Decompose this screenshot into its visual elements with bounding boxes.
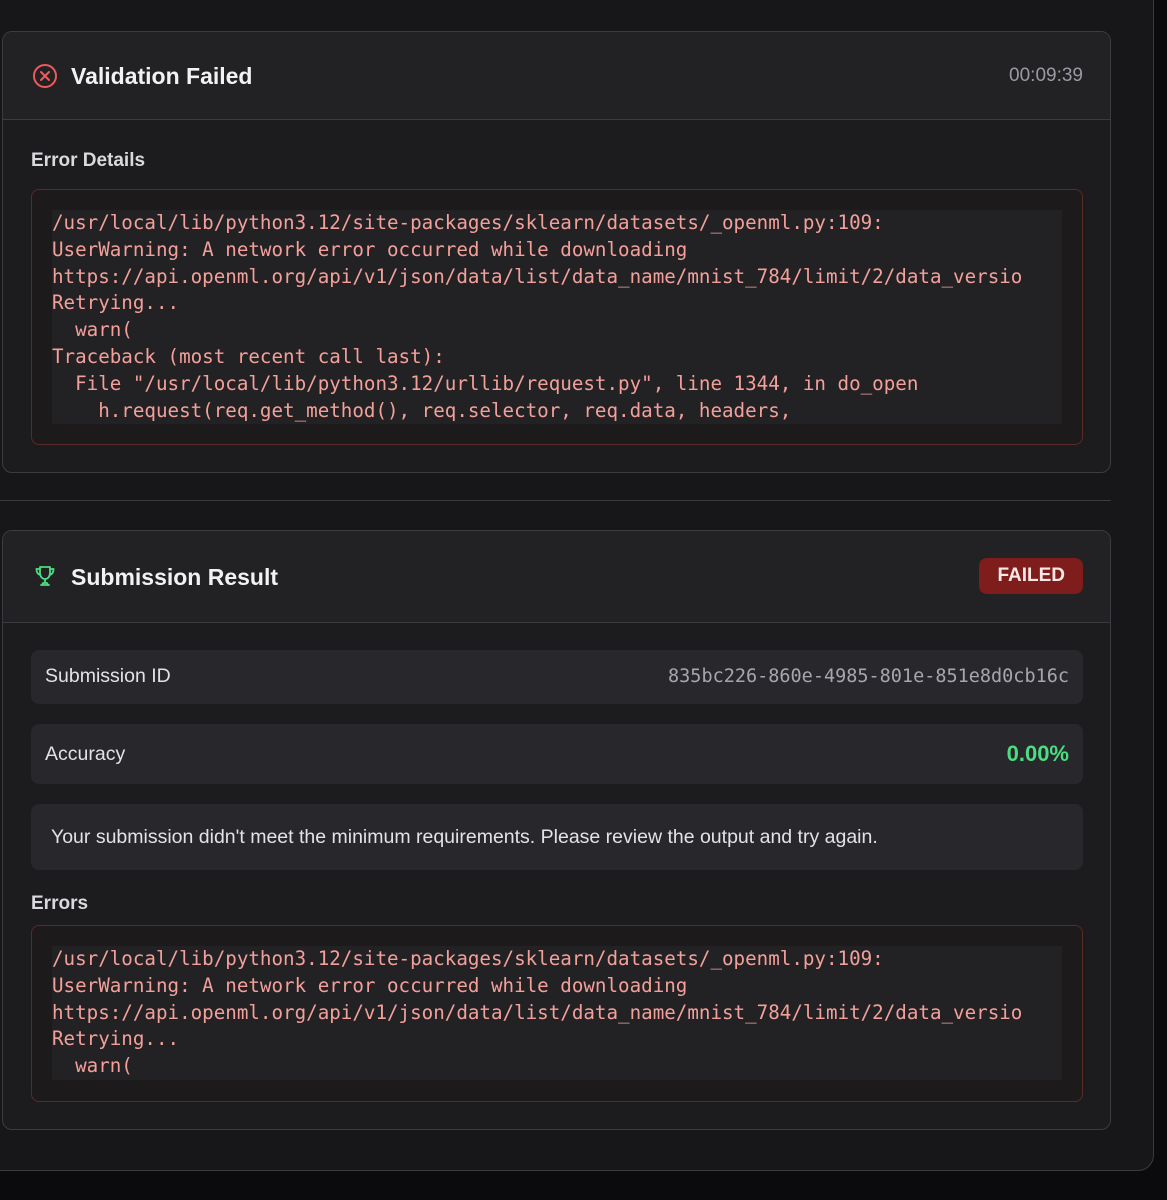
elapsed-time: 00:09:39 <box>1009 65 1083 86</box>
error-details-box[interactable]: /usr/local/lib/python3.12/site-packages/… <box>31 189 1083 445</box>
error-details-code: /usr/local/lib/python3.12/site-packages/… <box>52 210 1062 424</box>
code-line: https://api.openml.org/api/v1/json/data/… <box>52 264 1023 288</box>
submission-title: Submission Result <box>71 564 279 590</box>
submission-id-label: Submission ID <box>45 665 171 687</box>
code-line: UserWarning: A network error occurred wh… <box>52 237 688 261</box>
section-divider <box>0 500 1111 501</box>
code-line: Retrying... <box>52 1027 180 1051</box>
status-badge: FAILED <box>979 558 1083 594</box>
errors-code: /usr/local/lib/python3.12/site-packages/… <box>52 946 1062 1080</box>
code-line: File "/usr/local/lib/python3.12/urllib/r… <box>52 371 919 395</box>
x-circle-icon <box>33 64 57 88</box>
code-line: warn( <box>52 1054 133 1078</box>
code-line: h.request(req.get_method(), req.selector… <box>52 398 792 422</box>
code-line: Retrying... <box>52 291 180 315</box>
submission-card: Submission Result FAILED Submission ID 8… <box>2 530 1111 1130</box>
submission-header: Submission Result FAILED <box>3 531 1110 623</box>
code-line: https://api.openml.org/api/v1/json/data/… <box>52 1000 1023 1024</box>
accuracy-label: Accuracy <box>45 743 126 765</box>
error-details-label: Error Details <box>31 150 146 171</box>
result-message-box: Your submission didn't meet the minimum … <box>31 804 1083 870</box>
code-line: /usr/local/lib/python3.12/site-packages/… <box>52 947 884 970</box>
code-line: /usr/local/lib/python3.12/site-packages/… <box>52 211 884 234</box>
accuracy-value: 0.00% <box>1006 741 1069 766</box>
accuracy-row: Accuracy 0.00% <box>31 724 1083 784</box>
submission-id-row: Submission ID 835bc226-860e-4985-801e-85… <box>31 650 1083 704</box>
validation-title: Validation Failed <box>71 63 253 89</box>
trophy-icon <box>35 566 55 586</box>
result-message: Your submission didn't meet the minimum … <box>51 826 878 848</box>
validation-header: Validation Failed 00:09:39 <box>3 32 1110 120</box>
code-line: Traceback (most recent call last): <box>52 344 445 368</box>
submission-id-value: 835bc226-860e-4985-801e-851e8d0cb16c <box>668 666 1069 687</box>
code-line: warn( <box>52 318 133 342</box>
errors-label: Errors <box>31 893 89 914</box>
errors-box[interactable]: /usr/local/lib/python3.12/site-packages/… <box>31 925 1083 1102</box>
validation-card: Validation Failed 00:09:39 Error Details… <box>2 31 1111 473</box>
code-line: UserWarning: A network error occurred wh… <box>52 973 688 997</box>
